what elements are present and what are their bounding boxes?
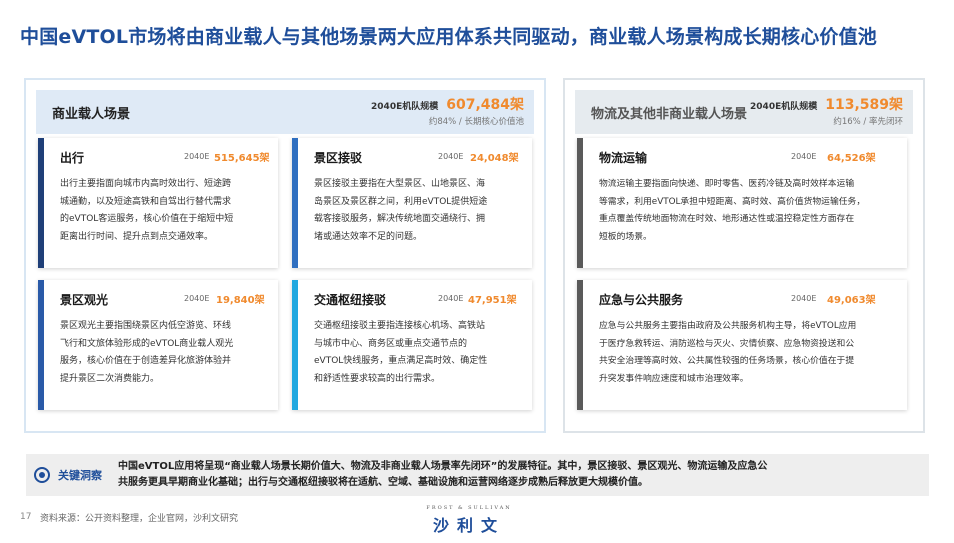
panel-title: 商业载人场景 (52, 106, 131, 122)
card-accent-bar (38, 280, 44, 410)
commercial-passenger-panel: 商业载人场景 2040E机队规模 607,484架 约84% / 长期核心价值池… (24, 78, 546, 433)
card-title: 交通枢纽接驳 (314, 293, 387, 307)
fleet-stat-note: 约16% / 率先闭环 (833, 117, 903, 127)
insight-label: 关键洞察 (58, 469, 102, 482)
card-accent-bar (38, 138, 44, 268)
card-description: 应急与公共服务主要指由政府及公共服务机构主导，将eVTOL应用 于医疗急救转运、… (599, 321, 857, 384)
card-accent-bar (292, 138, 298, 268)
fleet-stat-note: 约84% / 长期核心价值池 (428, 117, 524, 127)
card-year: 2040E (438, 294, 464, 303)
card-title: 景区接驳 (314, 151, 363, 165)
fleet-stats: 2040E机队规模 113,589架 约16% / 率先闭环 (750, 94, 903, 127)
scenario-card-hub-shuttle: 交通枢纽接驳 2040E 47,951架 交通枢纽接驳主要指连接核心机场、高铁站… (292, 280, 532, 410)
card-fleet-value: 19,840架 (216, 295, 265, 306)
fleet-stat-label: 2040E机队规模 (371, 102, 439, 112)
scenario-card-logistics: 物流运输 2040E 64,526架 物流运输主要指面向快递、即时零售、医药冷链… (577, 138, 907, 268)
frost-sullivan-logo: FROST & SULLIVAN 沙利文 (426, 505, 512, 535)
card-title: 景区观光 (60, 293, 109, 307)
key-insight-bar: 关键洞察 中国eVTOL应用将呈现“商业载人场景长期价值大、物流及非商业载人场景… (26, 454, 929, 496)
card-description: 物流运输主要指面向快递、即时零售、医药冷链及高时效样本运输 等需求，利用eVTO… (599, 179, 866, 242)
card-title: 物流运输 (599, 151, 648, 165)
logistics-other-panel: 物流及其他非商业载人场景 2040E机队规模 113,589架 约16% / 率… (563, 78, 925, 433)
card-accent-bar (577, 280, 583, 410)
scenario-card-commute: 出行 2040E 515,645架 出行主要指面向城市内高时效出行、短途跨 城通… (38, 138, 278, 268)
card-description: 景区接驳主要指在大型景区、山地景区、海 岛景区及景区群之间，利用eVTOL提供短… (314, 179, 488, 242)
card-year: 2040E (438, 152, 464, 161)
card-description: 景区观光主要指围绕景区内低空游览、环线 飞行和文旅体验形成的eVTOL商业载人观… (60, 321, 234, 384)
page-number: 17 (20, 512, 32, 522)
card-accent-bar (577, 138, 583, 268)
card-fleet-value: 49,063架 (827, 295, 876, 306)
source-note: 资料来源：公开资料整理，企业官网，沙利文研究 (40, 514, 239, 524)
card-year: 2040E (184, 294, 210, 303)
scenario-card-scenic-shuttle: 景区接驳 2040E 24,048架 景区接驳主要指在大型景区、山地景区、海 岛… (292, 138, 532, 268)
card-year: 2040E (184, 152, 210, 161)
panel-header: 商业载人场景 2040E机队规模 607,484架 约84% / 长期核心价值池 (36, 90, 534, 134)
fleet-stat-value: 113,589架 (825, 97, 903, 113)
fleet-stat-label: 2040E机队规模 (750, 102, 818, 112)
fleet-stat-value: 607,484架 (446, 97, 524, 113)
card-title: 应急与公共服务 (599, 293, 684, 307)
fleet-stats: 2040E机队规模 607,484架 约84% / 长期核心价值池 (371, 94, 524, 127)
scenario-card-scenic-sightseeing: 景区观光 2040E 19,840架 景区观光主要指围绕景区内低空游览、环线 飞… (38, 280, 278, 410)
scenario-card-emergency: 应急与公共服务 2040E 49,063架 应急与公共服务主要指由政府及公共服务… (577, 280, 907, 410)
card-fleet-value: 64,526架 (827, 153, 876, 164)
card-accent-bar (292, 280, 298, 410)
panel-header: 物流及其他非商业载人场景 2040E机队规模 113,589架 约16% / 率… (575, 90, 913, 134)
card-description: 出行主要指面向城市内高时效出行、短途跨 城通勤，以及短途高铁和自驾出行替代需求 … (60, 179, 234, 242)
card-fleet-value: 24,048架 (470, 153, 519, 164)
card-title: 出行 (60, 151, 85, 165)
card-fleet-value: 515,645架 (214, 153, 270, 164)
card-year: 2040E (791, 152, 817, 161)
target-icon (34, 467, 50, 483)
card-description: 交通枢纽接驳主要指连接核心机场、高铁站 与城市中心、商务区或重点交通节点的 eV… (314, 321, 488, 384)
card-year: 2040E (791, 294, 817, 303)
page-title: 中国eVTOL市场将由商业载人与其他场景两大应用体系共同驱动，商业载人场景构成长… (20, 26, 878, 48)
card-fleet-value: 47,951架 (468, 295, 517, 306)
insight-text: 中国eVTOL应用将呈现“商业载人场景长期价值大、物流及非商业载人场景率先闭环”… (118, 461, 768, 488)
panel-title: 物流及其他非商业载人场景 (591, 106, 748, 122)
